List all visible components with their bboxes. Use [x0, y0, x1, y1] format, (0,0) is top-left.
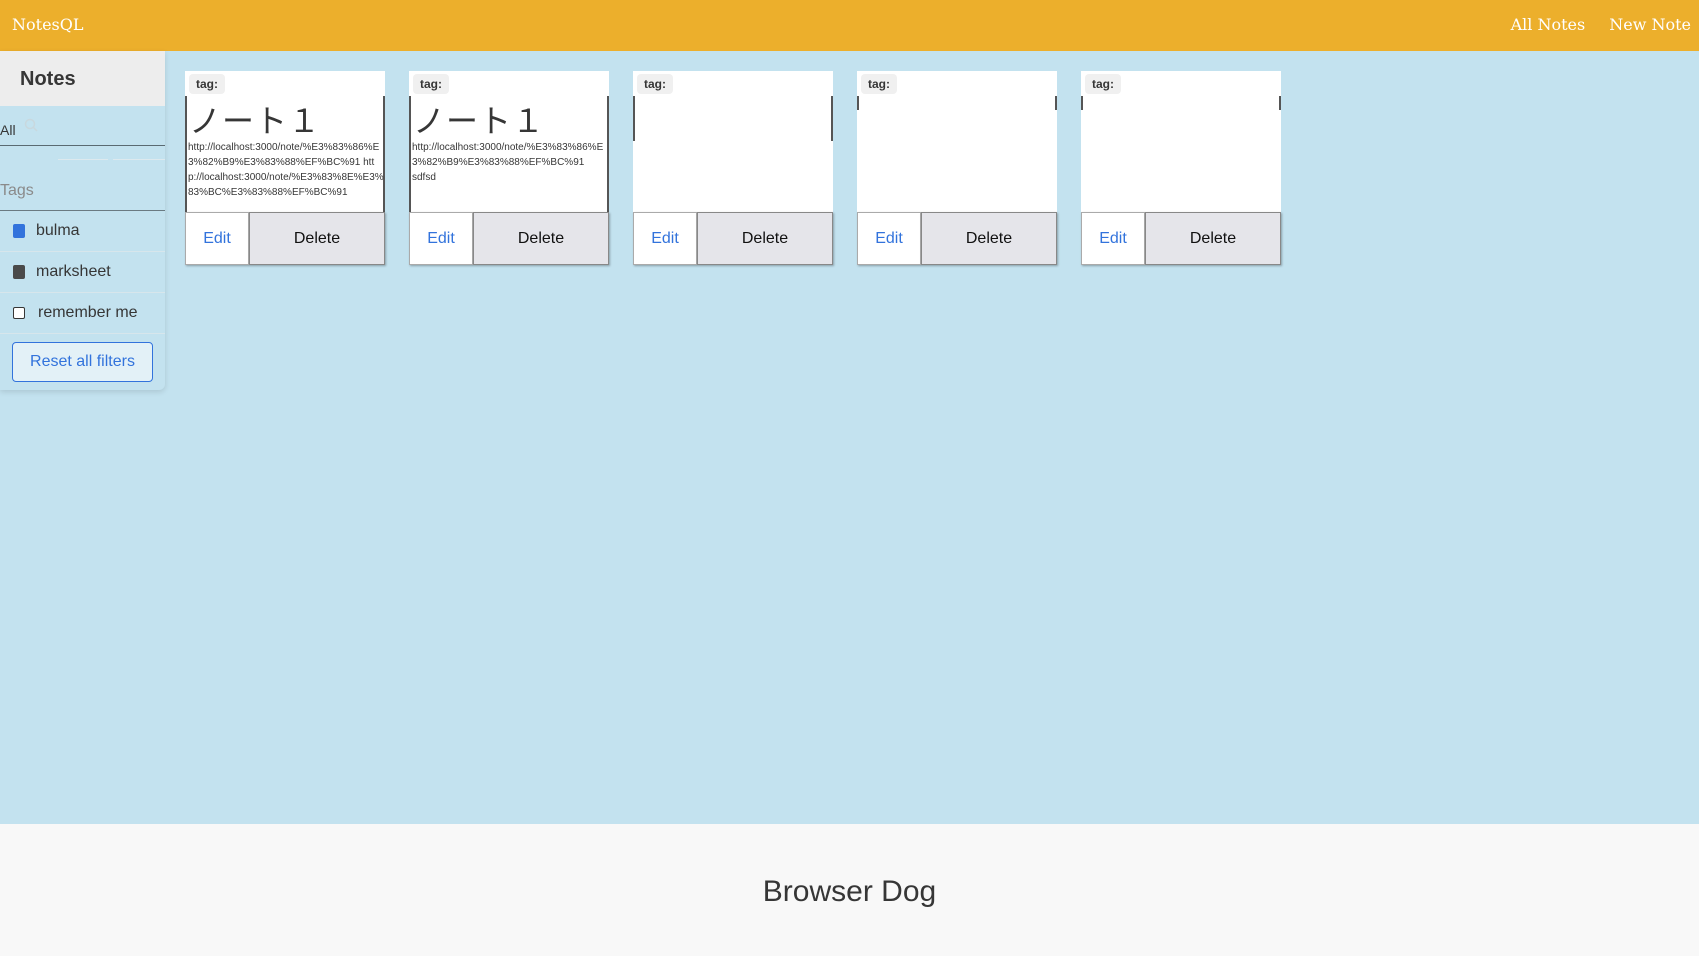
tag-item-remember-me[interactable]: remember me [0, 293, 165, 334]
note-tag: tag: [413, 74, 449, 94]
note-body: ノート１ http://localhost:3000/note/%E3%83%8… [185, 96, 385, 212]
search-input[interactable] [0, 145, 165, 146]
note-actions: Edit Delete [633, 212, 833, 265]
search-filter-all[interactable]: All [0, 122, 16, 138]
navbar: NotesQL All Notes New Note [0, 0, 1699, 51]
note-card: tag: ノート１ http://localhost:3000/note/%E3… [185, 71, 385, 265]
search-icon [24, 118, 38, 132]
note-actions: Edit Delete [1081, 212, 1281, 265]
note-actions: Edit Delete [857, 212, 1057, 265]
note-card: tag: Edit Delete [1081, 71, 1281, 265]
note-actions: Edit Delete [409, 212, 609, 265]
footer-text: Browser Dog [762, 875, 937, 908]
sidebar-panel: Notes All Tags bulma marksheet remember … [0, 51, 165, 390]
divider [113, 159, 165, 160]
edit-button[interactable]: Edit [857, 212, 921, 265]
note-card: tag: Edit Delete [633, 71, 833, 265]
tag-item-marksheet[interactable]: marksheet [0, 252, 165, 293]
divider [58, 159, 108, 160]
book-icon [13, 224, 25, 238]
footer: Browser Dog [0, 824, 1699, 956]
checkbox-icon[interactable] [13, 307, 25, 319]
note-tag: tag: [861, 74, 897, 94]
note-content[interactable]: tag: ノート１ http://localhost:3000/note/%E3… [185, 71, 385, 212]
delete-button[interactable]: Delete [1145, 212, 1281, 265]
edit-button[interactable]: Edit [185, 212, 249, 265]
note-content[interactable]: tag: [633, 71, 833, 212]
edit-button[interactable]: Edit [633, 212, 697, 265]
note-body: ノート１ http://localhost:3000/note/%E3%83%8… [409, 96, 609, 212]
edit-button[interactable]: Edit [409, 212, 473, 265]
delete-button[interactable]: Delete [697, 212, 833, 265]
note-card: tag: Edit Delete [857, 71, 1057, 265]
brand-logo[interactable]: NotesQL [12, 15, 83, 34]
note-tag: tag: [1085, 74, 1121, 94]
note-text: http://localhost:3000/note/%E3%83%86%E3%… [412, 142, 604, 183]
note-body [633, 96, 833, 141]
note-card: tag: ノート１ http://localhost:3000/note/%E3… [409, 71, 609, 265]
note-content[interactable]: tag: ノート１ http://localhost:3000/note/%E3… [409, 71, 609, 212]
tags-label: Tags [0, 182, 34, 199]
note-title: ノート１ [189, 102, 322, 140]
delete-button[interactable]: Delete [921, 212, 1057, 265]
nav-links: All Notes New Note [1511, 15, 1691, 34]
note-content[interactable]: tag: [857, 71, 1057, 212]
panel-heading: Notes [0, 51, 165, 106]
note-tag: tag: [189, 74, 225, 94]
tag-label: remember me [38, 304, 138, 321]
tag-label: bulma [36, 222, 80, 239]
nav-new-note[interactable]: New Note [1609, 15, 1691, 34]
nav-all-notes[interactable]: All Notes [1511, 15, 1586, 34]
note-title: ノート１ [413, 102, 546, 140]
note-body [857, 96, 1057, 110]
note-actions: Edit Delete [185, 212, 385, 265]
note-body [1081, 96, 1281, 110]
note-tag: tag: [637, 74, 673, 94]
delete-button[interactable]: Delete [473, 212, 609, 265]
tag-item-bulma[interactable]: bulma [0, 211, 165, 252]
note-text: http://localhost:3000/note/%E3%83%86%E3%… [188, 142, 384, 198]
book-icon [13, 265, 25, 279]
edit-button[interactable]: Edit [1081, 212, 1145, 265]
delete-button[interactable]: Delete [249, 212, 385, 265]
reset-filters-button[interactable]: Reset all filters [12, 342, 153, 382]
note-content[interactable]: tag: [1081, 71, 1281, 212]
tag-label: marksheet [36, 263, 111, 280]
